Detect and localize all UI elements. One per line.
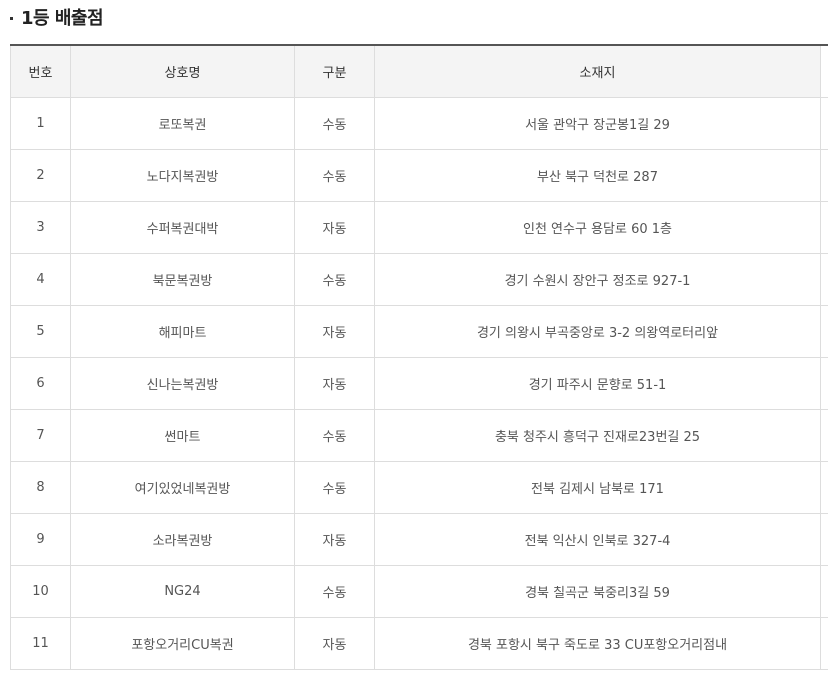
cell-gap: [820, 253, 828, 306]
header-gap: [820, 44, 828, 98]
cell-address: 경북 칠곡군 북중리3길 59: [374, 565, 821, 618]
cell-type: 자동: [294, 617, 375, 670]
cell-no: 11: [10, 617, 71, 670]
cell-type: 수동: [294, 149, 375, 202]
cell-name: 해피마트: [70, 305, 295, 358]
table-row: 5 해피마트 자동 경기 의왕시 부곡중앙로 3-2 의왕역로터리앞: [10, 305, 828, 358]
cell-no: 2: [10, 149, 71, 202]
section-title: 1등 배출점: [21, 8, 104, 29]
cell-name: 수퍼복권대박: [70, 201, 295, 254]
cell-name: NG24: [70, 565, 295, 618]
table-row: 6 신나는복권방 자동 경기 파주시 문향로 51-1: [10, 357, 828, 410]
cell-address: 충북 청주시 흥덕구 진재로23번길 25: [374, 409, 821, 462]
cell-gap: [820, 565, 828, 618]
table-row: 7 썬마트 수동 충북 청주시 흥덕구 진재로23번길 25: [10, 409, 828, 462]
cell-type: 수동: [294, 253, 375, 306]
cell-name: 포항오거리CU복권: [70, 617, 295, 670]
table-header-row: 번호 상호명 구분 소재지: [10, 44, 828, 98]
bullet-icon: [10, 16, 13, 20]
table-row: 3 수퍼복권대박 자동 인천 연수구 용담로 60 1층: [10, 201, 828, 254]
winners-table: 번호 상호명 구분 소재지 1 로또복권 수동 서울 관악구 장군봉1길 29 …: [10, 44, 828, 670]
cell-type: 수동: [294, 409, 375, 462]
table-row: 8 여기있었네복권방 수동 전북 김제시 남북로 171: [10, 461, 828, 514]
cell-address: 인천 연수구 용담로 60 1층: [374, 201, 821, 254]
table-row: 4 북문복권방 수동 경기 수원시 장안구 정조로 927-1: [10, 253, 828, 306]
cell-address: 부산 북구 덕천로 287: [374, 149, 821, 202]
cell-no: 6: [10, 357, 71, 410]
cell-type: 수동: [294, 97, 375, 150]
cell-no: 8: [10, 461, 71, 514]
table-row: 9 소라복권방 자동 전북 익산시 인북로 327-4: [10, 513, 828, 566]
cell-address: 전북 익산시 인북로 327-4: [374, 513, 821, 566]
cell-gap: [820, 617, 828, 670]
cell-address: 경기 파주시 문향로 51-1: [374, 357, 821, 410]
cell-address: 경북 포항시 북구 죽도로 33 CU포항오거리점내: [374, 617, 821, 670]
cell-address: 전북 김제시 남북로 171: [374, 461, 821, 514]
cell-name: 로또복권: [70, 97, 295, 150]
table-row: 1 로또복권 수동 서울 관악구 장군봉1길 29: [10, 97, 828, 150]
header-type: 구분: [294, 44, 375, 98]
cell-gap: [820, 409, 828, 462]
cell-no: 10: [10, 565, 71, 618]
cell-name: 여기있었네복권방: [70, 461, 295, 514]
table-row: 2 노다지복권방 수동 부산 북구 덕천로 287: [10, 149, 828, 202]
table-row: 11 포항오거리CU복권 자동 경북 포항시 북구 죽도로 33 CU포항오거리…: [10, 617, 828, 670]
cell-type: 자동: [294, 305, 375, 358]
cell-type: 자동: [294, 201, 375, 254]
cell-name: 북문복권방: [70, 253, 295, 306]
header-address: 소재지: [374, 44, 821, 98]
cell-type: 수동: [294, 565, 375, 618]
cell-gap: [820, 357, 828, 410]
cell-no: 3: [10, 201, 71, 254]
cell-name: 썬마트: [70, 409, 295, 462]
table-row: 10 NG24 수동 경북 칠곡군 북중리3길 59: [10, 565, 828, 618]
cell-name: 노다지복권방: [70, 149, 295, 202]
cell-no: 4: [10, 253, 71, 306]
cell-no: 7: [10, 409, 71, 462]
cell-gap: [820, 513, 828, 566]
cell-name: 소라복권방: [70, 513, 295, 566]
cell-type: 자동: [294, 513, 375, 566]
cell-address: 경기 의왕시 부곡중앙로 3-2 의왕역로터리앞: [374, 305, 821, 358]
header-name: 상호명: [70, 44, 295, 98]
cell-address: 경기 수원시 장안구 정조로 927-1: [374, 253, 821, 306]
cell-address: 서울 관악구 장군봉1길 29: [374, 97, 821, 150]
cell-name: 신나는복권방: [70, 357, 295, 410]
cell-gap: [820, 149, 828, 202]
cell-no: 9: [10, 513, 71, 566]
section-header: 1등 배출점: [10, 0, 104, 34]
cell-no: 5: [10, 305, 71, 358]
cell-no: 1: [10, 97, 71, 150]
cell-type: 수동: [294, 461, 375, 514]
cell-gap: [820, 461, 828, 514]
header-no: 번호: [10, 44, 71, 98]
cell-gap: [820, 201, 828, 254]
cell-gap: [820, 305, 828, 358]
cell-gap: [820, 97, 828, 150]
cell-type: 자동: [294, 357, 375, 410]
